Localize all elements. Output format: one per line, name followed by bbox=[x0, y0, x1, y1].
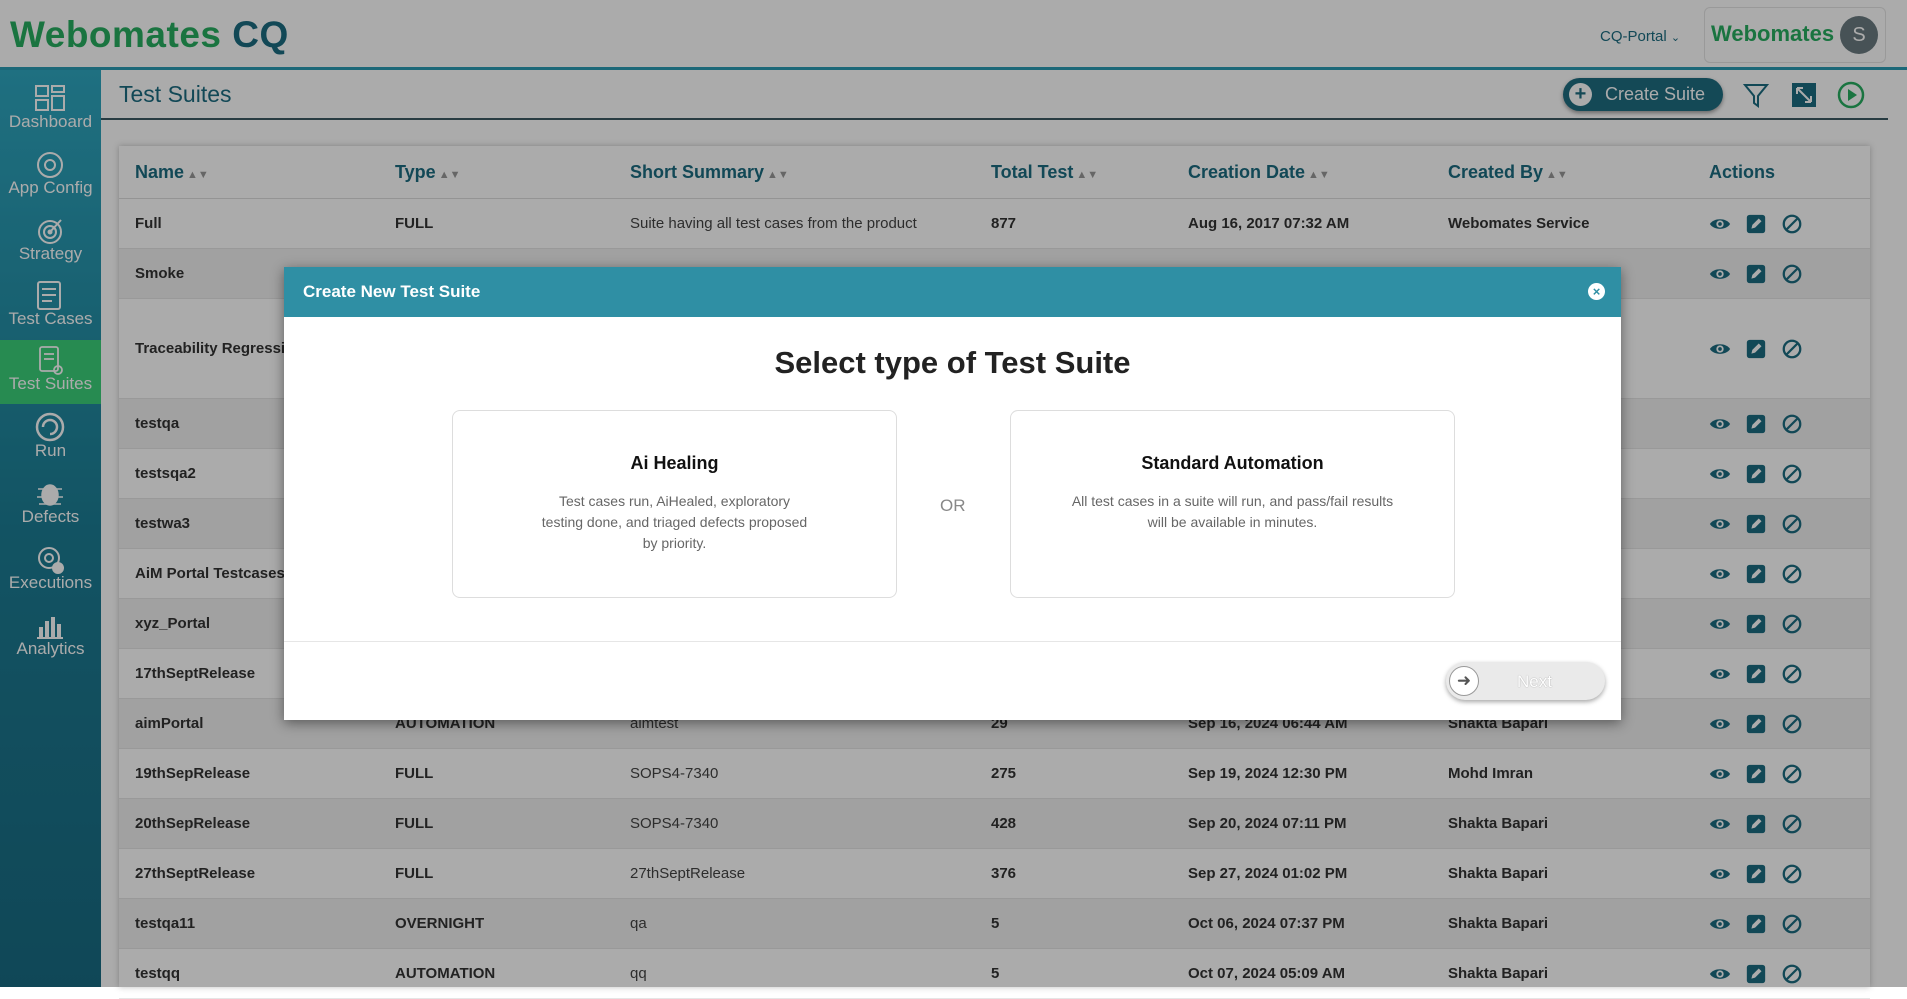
modal-title: Create New Test Suite bbox=[303, 282, 481, 301]
modal-footer-divider bbox=[284, 641, 1621, 642]
modal-heading: Select type of Test Suite bbox=[774, 345, 1131, 380]
modal-header: Create New Test Suite × bbox=[284, 267, 1621, 317]
next-button[interactable]: ➜ Next bbox=[1446, 662, 1605, 700]
close-icon[interactable]: × bbox=[1588, 283, 1605, 300]
option-title: Ai Healing bbox=[630, 453, 719, 473]
option-title: Standard Automation bbox=[1141, 453, 1324, 473]
next-label: Next bbox=[1517, 672, 1552, 691]
option-ai-healing-card[interactable]: Ai Healing Test cases run, AiHealed, exp… bbox=[452, 410, 897, 598]
arrow-right-icon: ➜ bbox=[1449, 666, 1479, 696]
or-separator: OR bbox=[940, 496, 966, 515]
option-standard-automation-card[interactable]: Standard Automation All test cases in a … bbox=[1010, 410, 1455, 598]
option-description: All test cases in a suite will run, and … bbox=[1071, 493, 1394, 530]
option-description: Test cases run, AiHealed, exploratory te… bbox=[541, 493, 808, 551]
create-suite-modal: Create New Test Suite × Select type of T… bbox=[284, 267, 1621, 720]
